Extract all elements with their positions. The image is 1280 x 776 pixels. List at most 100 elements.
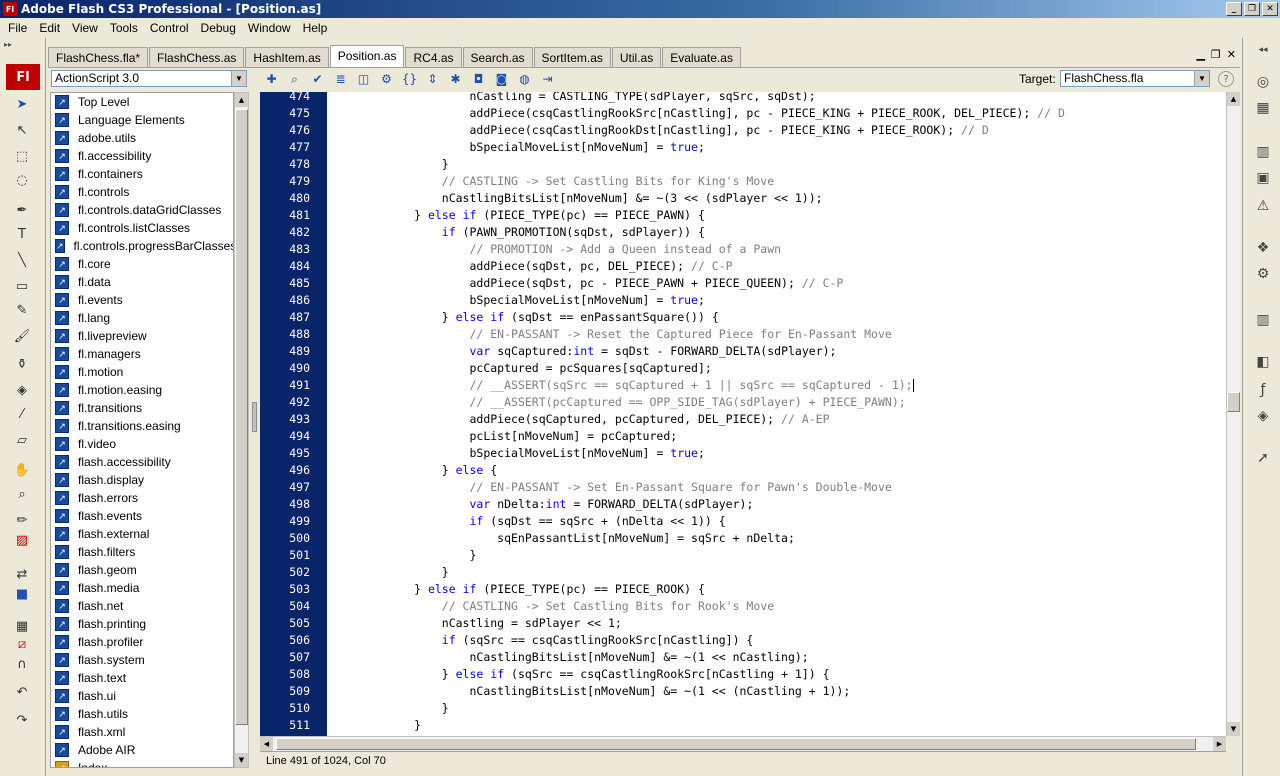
swatches-panel-icon[interactable]: ▦ xyxy=(1253,98,1273,118)
target-select[interactable]: FlashChess.fla ▼ xyxy=(1060,70,1210,87)
toolbox-item[interactable]: ↗ flash.net xyxy=(51,597,233,615)
panel-splitter[interactable] xyxy=(250,92,260,768)
code-line[interactable]: 474 nCastling = CASTLING_TYPE(sdPlayer, … xyxy=(260,92,1226,104)
toolbox-item[interactable]: ↗ fl.motion xyxy=(51,363,233,381)
menu-debug[interactable]: Debug xyxy=(195,21,242,35)
zoom-tool-icon[interactable]: ⌕ xyxy=(14,486,30,502)
code-line[interactable]: 499 if (sqDst == sqSrc + (nDelta << 1)) … xyxy=(260,512,1226,529)
toolbox-item[interactable]: ↗ fl.controls xyxy=(51,183,233,201)
toolbox-item[interactable]: ↗ flash.profiler xyxy=(51,633,233,651)
scroll-left-icon[interactable]: ◀ xyxy=(260,737,273,751)
code-line[interactable]: 485 addPiece(sqDst, pc - PIECE_PAWN + PI… xyxy=(260,274,1226,291)
toolbox-item[interactable]: ↗ flash.utils xyxy=(51,705,233,723)
straighten-icon[interactable]: ↷ xyxy=(14,712,30,728)
code-line[interactable]: 498 var nDelta:int = FORWARD_DELTA(sdPla… xyxy=(260,495,1226,512)
toolbox-item[interactable]: ↗ flash.accessibility xyxy=(51,453,233,471)
code-line[interactable]: 508 } else if (sqSrc == csqCastlingRookS… xyxy=(260,665,1226,682)
editor-horizontal-thumb[interactable] xyxy=(276,738,1196,750)
toolbox-item[interactable]: ↗ flash.external xyxy=(51,525,233,543)
code-line[interactable]: 494 pcList[nMoveNum] = pcCaptured; xyxy=(260,427,1226,444)
toolbox-item[interactable]: ↗ flash.geom xyxy=(51,561,233,579)
toolbox-item[interactable]: ↗ fl.accessibility xyxy=(51,147,233,165)
apply-line-comment-icon[interactable]: ◙ xyxy=(492,70,511,88)
add-statement-icon[interactable]: ✚ xyxy=(262,70,281,88)
chevron-down-icon[interactable]: ▼ xyxy=(231,71,246,86)
code-line[interactable]: 488 // EN-PASSANT -> Reset the Captured … xyxy=(260,325,1226,342)
close-button[interactable]: ✕ xyxy=(1262,2,1278,16)
component-inspector-icon[interactable]: ⚙ xyxy=(1253,264,1273,284)
code-line[interactable]: 507 nCastlingBitsList[nMoveNum] &= ~(1 <… xyxy=(260,648,1226,665)
code-line[interactable]: 487 } else if (sqDst == enPassantSquare(… xyxy=(260,308,1226,325)
eraser-tool-icon[interactable]: ▱ xyxy=(14,432,30,448)
collapse-between-braces-icon[interactable]: {} xyxy=(400,70,419,88)
toolbox-item[interactable]: ↗ flash.xml xyxy=(51,723,233,741)
menu-window[interactable]: Window xyxy=(242,21,297,35)
toolbox-item[interactable]: ↗ fl.managers xyxy=(51,345,233,363)
toolbox-item[interactable]: ↗ flash.media xyxy=(51,579,233,597)
tab-evaluate-as[interactable]: Evaluate.as xyxy=(662,47,741,67)
editor-horizontal-scrollbar[interactable]: ◀ ▶ xyxy=(260,736,1226,751)
code-line[interactable]: 489 var sqCaptured:int = sqDst - FORWARD… xyxy=(260,342,1226,359)
toolbox-item[interactable]: ↗ fl.events xyxy=(51,291,233,309)
toolbox-item[interactable]: ↗ fl.video xyxy=(51,435,233,453)
rectangle-tool-icon[interactable]: ▭ xyxy=(14,278,30,294)
snap-to-objects-icon[interactable]: ∩ xyxy=(14,656,30,672)
collapse-selection-icon[interactable]: ⇕ xyxy=(423,70,442,88)
splitter-handle-icon[interactable] xyxy=(252,402,257,432)
library-panel-icon[interactable]: ▥ xyxy=(1253,142,1273,162)
pencil-tool-icon[interactable]: ✎ xyxy=(14,302,30,318)
apply-block-comment-icon[interactable]: ◘ xyxy=(469,70,488,88)
minimize-button[interactable]: _ xyxy=(1226,2,1242,16)
code-line[interactable]: 500 sqEnPassantList[nMoveNum] = sqSrc + … xyxy=(260,529,1226,546)
toolbox-item[interactable]: ↗ flash.ui xyxy=(51,687,233,705)
toolbox-scroll-thumb[interactable] xyxy=(235,109,248,725)
menu-control[interactable]: Control xyxy=(144,21,195,35)
code-line[interactable]: 482 if (PAWN_PROMOTION(sqDst, sdPlayer))… xyxy=(260,223,1226,240)
code-line[interactable]: 509 nCastlingBitsList[nMoveNum] &= ~(1 <… xyxy=(260,682,1226,699)
find-icon[interactable]: ⌕ xyxy=(285,70,304,88)
auto-format-icon[interactable]: ≣ xyxy=(331,70,350,88)
code-line[interactable]: 477 bSpecialMoveList[nMoveNum] = true; xyxy=(260,138,1226,155)
toolbox-item[interactable]: ↗ flash.system xyxy=(51,651,233,669)
code-line[interactable]: 496 } else { xyxy=(260,461,1226,478)
code-line[interactable]: 483 // PROMOTION -> Add a Queen instead … xyxy=(260,240,1226,257)
toolbox-item[interactable]: ↗ fl.transitions xyxy=(51,399,233,417)
help-icon[interactable]: ? xyxy=(1218,71,1234,87)
editor-vertical-thumb[interactable] xyxy=(1227,392,1240,412)
toolbox-item[interactable]: ↗ flash.text xyxy=(51,669,233,687)
code-line[interactable]: 492 // __ASSERT(pcCaptured == OPP_SIDE_T… xyxy=(260,393,1226,410)
doc-restore-icon[interactable]: ❐ xyxy=(1211,48,1221,61)
code-line[interactable]: 510 } xyxy=(260,699,1226,716)
toolbox-item[interactable]: ↗ Language Elements xyxy=(51,111,233,129)
subselection-tool-icon[interactable]: ↖ xyxy=(14,122,30,138)
code-line[interactable]: 503 } else if (PIECE_TYPE(pc) == PIECE_R… xyxy=(260,580,1226,597)
code-line[interactable]: 493 addPiece(sqCaptured, pcCaptured, DEL… xyxy=(260,410,1226,427)
smooth-icon[interactable]: ↶ xyxy=(14,684,30,700)
library-books-icon[interactable]: ▥ xyxy=(1253,310,1273,330)
code-line[interactable]: 502 } xyxy=(260,563,1226,580)
free-transform-tool-icon[interactable]: ⬚ xyxy=(14,148,30,164)
line-tool-icon[interactable]: ╲ xyxy=(14,252,30,268)
tab-flashchess-as[interactable]: FlashChess.as xyxy=(149,47,245,67)
code-line[interactable]: 491 // __ASSERT(sqSrc == sqCaptured + 1 … xyxy=(260,376,1226,393)
toolbox-item[interactable]: ↗ fl.lang xyxy=(51,309,233,327)
lasso-tool-icon[interactable]: ◌ xyxy=(14,172,30,188)
scroll-down-icon[interactable]: ▼ xyxy=(1227,722,1240,736)
scroll-up-icon[interactable]: ▲ xyxy=(235,93,248,107)
toolbox-item[interactable]: ↗ fl.core xyxy=(51,255,233,273)
debug-options-icon[interactable]: ⚙ xyxy=(377,70,396,88)
toolbox-item[interactable]: ↗ flash.printing xyxy=(51,615,233,633)
eyedropper-tool-icon[interactable]: ⁄ xyxy=(14,406,30,422)
swap-colors-icon[interactable]: ⇄ xyxy=(14,566,30,582)
toolbox-item[interactable]: ↗ fl.data xyxy=(51,273,233,291)
code-line[interactable]: 495 bSpecialMoveList[nMoveNum] = true; xyxy=(260,444,1226,461)
code-line[interactable]: 481 } else if (PIECE_TYPE(pc) == PIECE_P… xyxy=(260,206,1226,223)
code-hint-icon[interactable]: ◫ xyxy=(354,70,373,88)
menu-tools[interactable]: Tools xyxy=(104,21,144,35)
ink-bottle-tool-icon[interactable]: ⚱ xyxy=(14,356,30,372)
code-line[interactable]: 478 } xyxy=(260,155,1226,172)
actionscript-version-select[interactable]: ActionScript 3.0 ▼ xyxy=(51,70,247,87)
show-hide-toolbox-icon[interactable]: ⇥ xyxy=(538,70,557,88)
expand-all-icon[interactable]: ✱ xyxy=(446,70,465,88)
text-tool-icon[interactable]: T xyxy=(14,226,30,242)
